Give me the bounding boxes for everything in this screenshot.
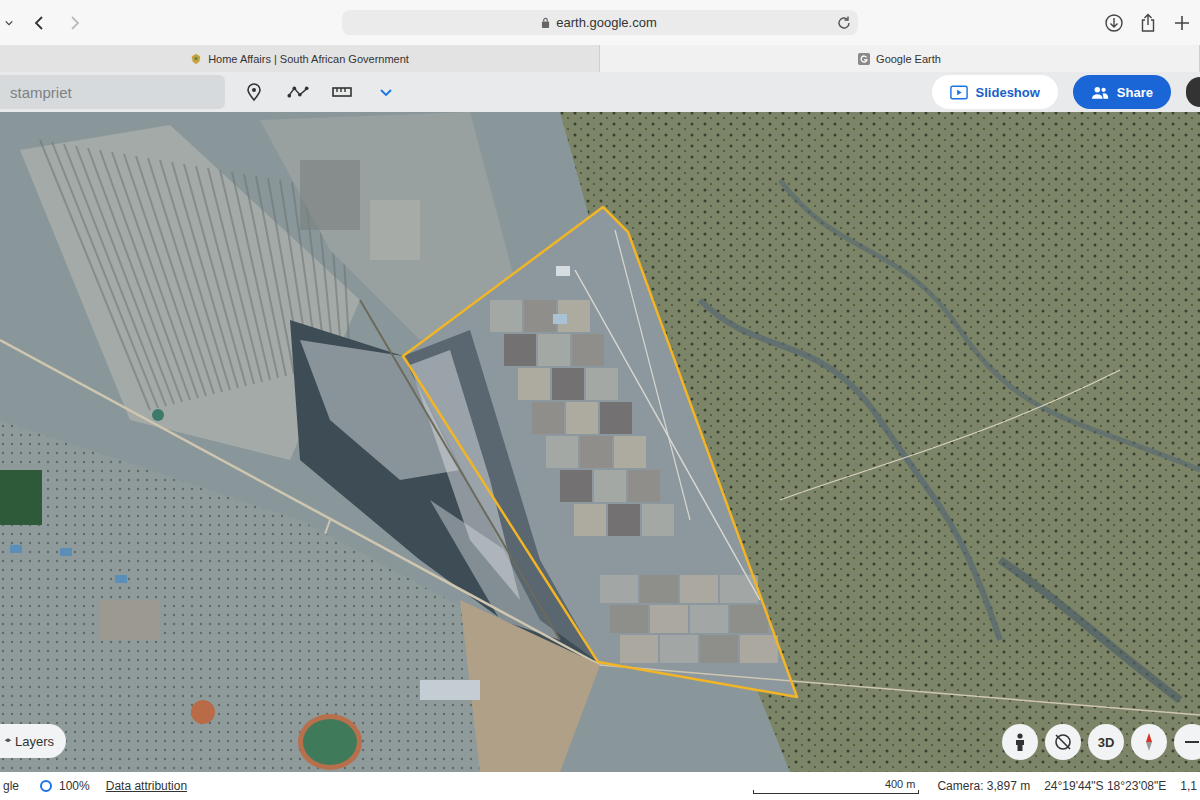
zoom-level: 100% <box>59 779 90 793</box>
earth-toolbar: stampriet Slideshow Share <box>0 72 1200 112</box>
pegman-icon <box>1010 732 1030 752</box>
forward-icon <box>66 15 82 31</box>
status-bar: gle 100% Data attribution 400 m Camera: … <box>0 772 1200 800</box>
browser-tab[interactable]: Home Affairs | South African Government <box>0 45 600 72</box>
layers-button[interactable]: Layers <box>0 724 66 758</box>
map-controls: 3D <box>1002 724 1200 760</box>
toolbar-button[interactable]: Slideshow <box>932 75 1058 109</box>
scale-label: 400 m <box>885 778 920 790</box>
path-icon[interactable] <box>287 82 309 102</box>
share-icon[interactable] <box>1138 13 1158 33</box>
address-bar[interactable]: earth.google.com <box>342 10 858 35</box>
url-text: earth.google.com <box>556 15 656 30</box>
ruler-icon[interactable] <box>331 82 353 102</box>
tab-label: Google Earth <box>876 53 941 65</box>
lock-icon <box>541 17 550 28</box>
slideshow-icon <box>950 85 968 100</box>
expand-icon[interactable] <box>375 82 397 102</box>
back-icon[interactable] <box>32 15 48 31</box>
tilt-button[interactable] <box>1045 724 1081 760</box>
search-text: stampriet <box>10 84 72 101</box>
scale-bar: 400 m <box>753 778 919 794</box>
parcel-outline[interactable] <box>403 207 797 697</box>
3d-label: 3D <box>1098 735 1115 750</box>
new-tab-icon[interactable] <box>1172 13 1192 33</box>
chevron-down-icon[interactable] <box>4 18 14 28</box>
people-icon <box>1091 85 1109 100</box>
earth-actions: Slideshow Share <box>932 75 1200 109</box>
satellite-image <box>0 112 1200 772</box>
google-brand: gle <box>3 779 19 793</box>
3d-button[interactable]: 3D <box>1088 724 1124 760</box>
layers-label: Layers <box>15 734 54 749</box>
data-attribution-link[interactable]: Data attribution <box>106 779 187 793</box>
tab-label: Home Affairs | South African Government <box>208 53 409 65</box>
nav-buttons <box>4 15 342 31</box>
layers-icon <box>4 737 12 745</box>
status-right: 400 m Camera: 3,897 m 24°19'44"S 18°23'0… <box>753 778 1197 794</box>
coat-of-arms-icon <box>190 53 202 65</box>
street-view-button[interactable] <box>1002 724 1038 760</box>
camera-altitude: Camera: 3,897 m <box>937 779 1030 793</box>
map-view[interactable]: Layers 3D <box>0 112 1200 772</box>
reload-icon[interactable] <box>836 15 852 31</box>
compass-button[interactable] <box>1131 724 1167 760</box>
button-label: Share <box>1117 85 1153 100</box>
browser-window: earth.google.com Home Affairs | South Af… <box>0 0 1200 800</box>
elevation: 1,1 <box>1180 779 1197 793</box>
google-icon <box>858 53 870 65</box>
minus-icon <box>1182 732 1200 752</box>
compass-icon <box>1139 732 1159 752</box>
search-field[interactable]: stampriet <box>0 75 225 109</box>
browser-actions <box>1104 13 1192 33</box>
account-avatar[interactable] <box>1186 77 1200 107</box>
loading-ring-icon <box>39 779 53 793</box>
browser-toolbar: earth.google.com <box>0 0 1200 45</box>
coordinates: 24°19'44"S 18°23'08"E <box>1044 779 1166 793</box>
toolbar-button[interactable]: Share <box>1073 75 1171 109</box>
zoom-out-button[interactable] <box>1174 724 1200 760</box>
button-label: Slideshow <box>976 85 1040 100</box>
placemark-icon[interactable] <box>243 82 265 102</box>
browser-tab[interactable]: Google Earth <box>600 45 1200 72</box>
tab-bar: Home Affairs | South African Government … <box>0 45 1200 72</box>
no-compass-icon <box>1053 732 1073 752</box>
download-icon[interactable] <box>1104 13 1124 33</box>
scale-line <box>753 790 919 794</box>
tool-buttons <box>243 82 397 102</box>
